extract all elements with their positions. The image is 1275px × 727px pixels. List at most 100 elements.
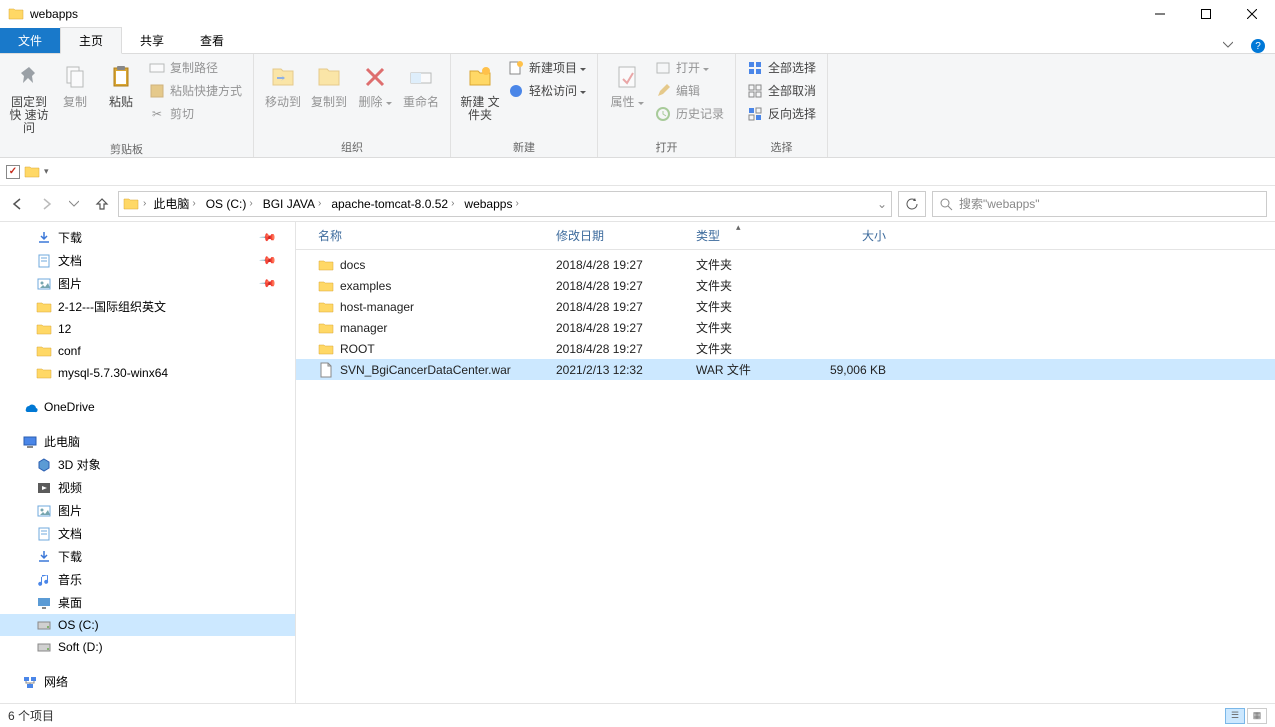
delete-icon (359, 61, 391, 93)
folder-icon (318, 278, 334, 294)
quick-access-toolbar: ✓ ▾ (0, 158, 1275, 186)
copy-path-button[interactable]: 复制路径 (144, 57, 247, 78)
breadcrumb-item[interactable]: 此电脑› (150, 195, 198, 212)
rename-button[interactable]: 重命名 (398, 57, 444, 113)
breadcrumb-item[interactable]: OS (C:)› (203, 197, 256, 211)
tree-item[interactable]: conf (0, 340, 295, 362)
nav-bar: › 此电脑› OS (C:)› BGI JAVA› apache-tomcat-… (0, 186, 1275, 222)
file-list[interactable]: docs2018/4/28 19:27文件夹examples2018/4/28 … (296, 250, 1275, 703)
tree-item[interactable]: 下载 (0, 545, 295, 568)
file-row[interactable]: examples2018/4/28 19:27文件夹 (296, 275, 1275, 296)
file-row[interactable]: manager2018/4/28 19:27文件夹 (296, 317, 1275, 338)
copy-to-button[interactable]: 复制到 (306, 57, 352, 113)
tree-item[interactable]: 文档 (0, 522, 295, 545)
select-none-button[interactable]: 全部取消 (742, 80, 821, 101)
tree-item[interactable]: 桌面 (0, 591, 295, 614)
tree-item[interactable]: 视频 (0, 476, 295, 499)
path-icon (149, 60, 165, 76)
tree-item[interactable]: 网络 (0, 670, 295, 693)
tree-item[interactable]: OS (C:) (0, 614, 295, 636)
file-modified: 2018/4/28 19:27 (556, 279, 696, 293)
column-size[interactable]: 大小 (816, 227, 896, 244)
tree-item[interactable]: 图片📌 (0, 272, 295, 295)
file-modified: 2018/4/28 19:27 (556, 321, 696, 335)
history-button[interactable]: 历史记录 (650, 103, 729, 124)
tab-home[interactable]: 主页 (60, 27, 122, 54)
tree-item[interactable]: 文档📌 (0, 249, 295, 272)
nav-tree[interactable]: 下载📌文档📌图片📌2-12---国际组织英文12confmysql-5.7.30… (0, 222, 296, 703)
tab-view[interactable]: 查看 (182, 28, 242, 53)
tree-item[interactable]: 下载📌 (0, 226, 295, 249)
file-row[interactable]: host-manager2018/4/28 19:27文件夹 (296, 296, 1275, 317)
breadcrumb-item[interactable]: apache-tomcat-8.0.52› (328, 197, 457, 211)
close-button[interactable] (1229, 0, 1275, 27)
tab-file[interactable]: 文件 (0, 28, 60, 53)
tree-item-label: 桌面 (58, 594, 82, 611)
qat-check-icon[interactable]: ✓ (6, 165, 20, 179)
tree-item[interactable]: OneDrive (0, 396, 295, 418)
file-row[interactable]: ROOT2018/4/28 19:27文件夹 (296, 338, 1275, 359)
file-row[interactable]: docs2018/4/28 19:27文件夹 (296, 254, 1275, 275)
easy-access-button[interactable]: 轻松访问 (503, 80, 591, 101)
3d-icon (36, 457, 52, 473)
tree-item[interactable]: 图片 (0, 499, 295, 522)
group-label-new: 新建 (457, 137, 591, 157)
status-bar: 6 个项目 ☰ ▦ (0, 703, 1275, 727)
up-button[interactable] (92, 194, 112, 214)
breadcrumb-item[interactable]: webapps› (461, 197, 521, 211)
copy-button[interactable]: 复制 (52, 57, 98, 113)
tree-item[interactable]: 2-12---国际组织英文 (0, 295, 295, 318)
tree-item[interactable]: mysql-5.7.30-winx64 (0, 362, 295, 384)
cut-button[interactable]: ✂剪切 (144, 103, 247, 124)
collapse-ribbon-button[interactable] (1215, 35, 1241, 53)
paste-button[interactable]: 粘贴 (98, 57, 144, 113)
file-row[interactable]: SVN_BgiCancerDataCenter.war2021/2/13 12:… (296, 359, 1275, 380)
file-icon (318, 362, 334, 378)
address-dropdown[interactable]: ⌄ (877, 197, 887, 211)
forward-button[interactable] (36, 194, 56, 214)
tree-item[interactable]: Soft (D:) (0, 636, 295, 658)
move-to-button[interactable]: 移动到 (260, 57, 306, 113)
tree-item[interactable]: 3D 对象 (0, 453, 295, 476)
qat-folder-icon[interactable] (24, 164, 40, 180)
pic-icon (36, 276, 52, 292)
new-folder-button[interactable]: 新建 文件夹 (457, 57, 503, 126)
recent-locations-button[interactable] (64, 194, 84, 214)
back-button[interactable] (8, 194, 28, 214)
maximize-button[interactable] (1183, 0, 1229, 27)
disk-icon (36, 617, 52, 633)
help-button[interactable]: ? (1251, 39, 1265, 53)
refresh-button[interactable] (898, 191, 926, 217)
breadcrumb-item[interactable]: BGI JAVA› (260, 197, 325, 211)
pin-quickaccess-button[interactable]: 固定到快 速访问 (6, 57, 52, 139)
delete-button[interactable]: 删除 (352, 57, 398, 113)
select-all-button[interactable]: 全部选择 (742, 57, 821, 78)
properties-button[interactable]: 属性 (604, 57, 650, 113)
new-item-button[interactable]: 新建项目 (503, 57, 591, 78)
details-view-button[interactable]: ☰ (1225, 708, 1245, 724)
column-name[interactable]: 名称 (296, 227, 556, 244)
open-button[interactable]: 打开 (650, 57, 729, 78)
tree-item[interactable]: 音乐 (0, 568, 295, 591)
tree-item[interactable]: 12 (0, 318, 295, 340)
new-folder-icon (464, 61, 496, 93)
invert-selection-button[interactable]: 反向选择 (742, 103, 821, 124)
search-box[interactable]: 搜索"webapps" (932, 191, 1267, 217)
icons-view-button[interactable]: ▦ (1247, 708, 1267, 724)
edit-button[interactable]: 编辑 (650, 80, 729, 101)
address-bar[interactable]: › 此电脑› OS (C:)› BGI JAVA› apache-tomcat-… (118, 191, 892, 217)
chevron-right-icon[interactable]: › (143, 198, 146, 209)
file-name: ROOT (340, 342, 556, 356)
tree-item[interactable]: 此电脑 (0, 430, 295, 453)
paste-shortcut-button[interactable]: 粘贴快捷方式 (144, 80, 247, 101)
folder-icon (318, 257, 334, 273)
select-none-icon (747, 83, 763, 99)
minimize-button[interactable] (1137, 0, 1183, 27)
column-modified[interactable]: 修改日期 (556, 227, 696, 244)
ribbon-group-open: 属性 打开 编辑 历史记录 打开 (598, 54, 736, 157)
tree-item-label: 下载 (58, 229, 82, 246)
file-modified: 2018/4/28 19:27 (556, 342, 696, 356)
tab-share[interactable]: 共享 (122, 28, 182, 53)
column-type[interactable]: 类型 (696, 227, 816, 244)
qat-dropdown[interactable]: ▾ (44, 166, 49, 177)
